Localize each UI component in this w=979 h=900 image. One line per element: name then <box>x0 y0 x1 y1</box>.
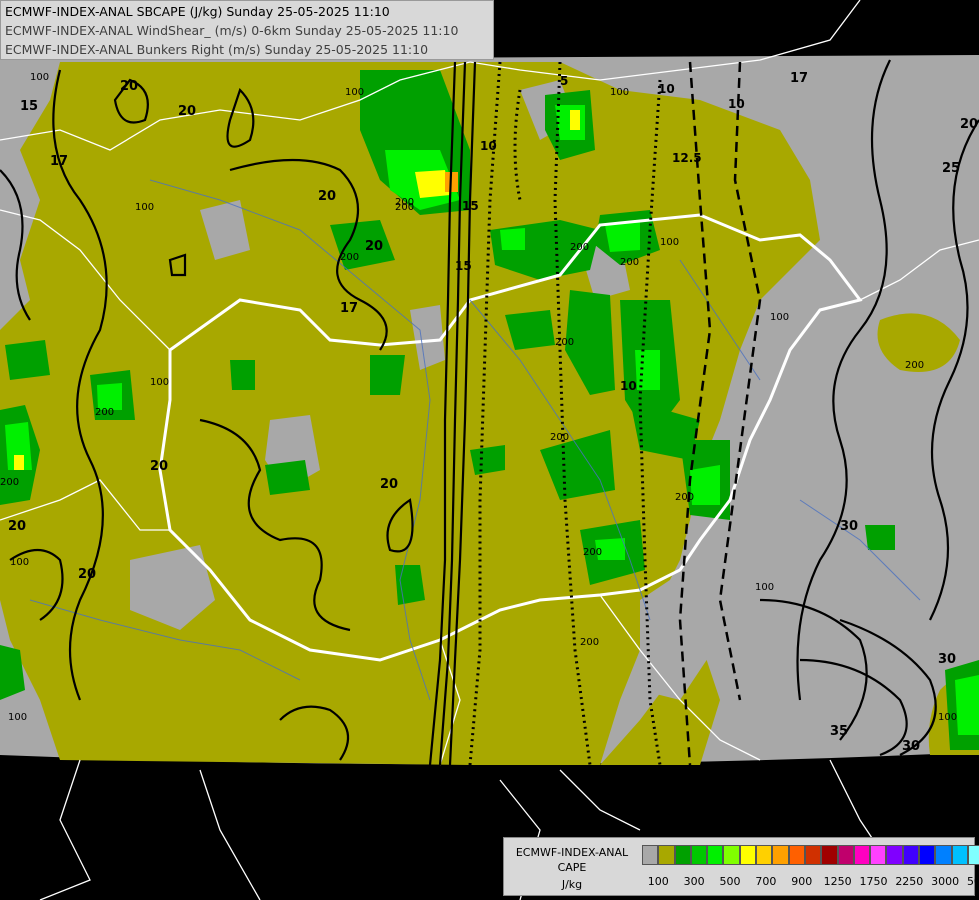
title-windshear: ECMWF-INDEX-ANAL WindShear_ (m/s) 0-6km … <box>5 23 459 38</box>
legend-swatch <box>886 845 903 865</box>
legend-swatch <box>821 845 838 865</box>
cape-label: 100 <box>10 557 29 568</box>
legend-unit: J/kg <box>561 878 583 891</box>
legend-swatch <box>707 845 724 865</box>
legend-swatch <box>658 845 675 865</box>
title-sbcape: ECMWF-INDEX-ANAL SBCAPE (J/kg) Sunday 25… <box>5 4 390 19</box>
shear-label: 20 <box>178 104 196 119</box>
legend-swatch <box>967 845 979 865</box>
cape-label: 100 <box>150 377 169 388</box>
cape-label: 200 <box>0 477 19 488</box>
shear-label: 35 <box>830 724 848 739</box>
shear-label: 20 <box>150 459 168 474</box>
legend-variable: CAPE <box>557 861 587 874</box>
cape-label: 200 <box>395 202 414 213</box>
shear-label: 20 <box>78 567 96 582</box>
cape-label: 100 <box>8 712 27 723</box>
cape-label: 100 <box>770 312 789 323</box>
shear-label: 30 <box>938 652 956 667</box>
title-bunkers: ECMWF-INDEX-ANAL Bunkers Right (m/s) Sun… <box>5 42 429 57</box>
shear-label: 15 <box>20 99 38 114</box>
legend-swatch <box>919 845 936 865</box>
legend-swatch <box>935 845 952 865</box>
legend-swatch <box>788 845 805 865</box>
cape-label: 200 <box>580 637 599 648</box>
legend-tick-label: 300 <box>683 875 705 888</box>
cape-label: 200 <box>340 252 359 263</box>
legend-tick-label: 900 <box>791 875 813 888</box>
legend-swatch <box>674 845 691 865</box>
bunkers-label: 12.5 <box>672 151 702 165</box>
cape-label: 200 <box>550 432 569 443</box>
weather-map: 15 17 20 20 20 20 20 20 20 17 17 20 20 2… <box>0 0 979 900</box>
legend-swatch <box>837 845 854 865</box>
legend-tick-label: 500 <box>719 875 741 888</box>
legend-tick-label: 5000 <box>967 875 979 888</box>
bunkers-label: 10 <box>620 379 637 393</box>
map-title-box: ECMWF-INDEX-ANAL SBCAPE (J/kg) Sunday 25… <box>0 0 494 60</box>
shear-label: 30 <box>902 739 920 754</box>
bunkers-label: 5 <box>560 74 568 88</box>
cape-label: 100 <box>755 582 774 593</box>
shear-label: 25 <box>942 161 960 176</box>
shear-label: 17 <box>790 71 808 86</box>
shear-label: 17 <box>50 154 68 169</box>
legend-tick-label: 1750 <box>859 875 888 888</box>
cape-label: 100 <box>610 87 629 98</box>
bunkers-label: 15 <box>462 199 479 213</box>
bunkers-label: 15 <box>455 259 472 273</box>
shear-label: 20 <box>960 117 978 132</box>
legend-swatch <box>756 845 773 865</box>
cape-label: 200 <box>620 257 639 268</box>
cape-label: 200 <box>583 547 602 558</box>
shear-label: 30 <box>840 519 858 534</box>
legend-swatch <box>772 845 789 865</box>
cape-label: 100 <box>660 237 679 248</box>
cape-label: 200 <box>95 407 114 418</box>
shear-label: 20 <box>380 477 398 492</box>
shear-label: 20 <box>365 239 383 254</box>
legend-swatch <box>690 845 708 865</box>
shear-label: 20 <box>120 79 138 94</box>
legend-tick-label: 700 <box>755 875 777 888</box>
cape-label: 200 <box>905 360 924 371</box>
legend-tick-label: 100 <box>647 875 669 888</box>
legend-swatch <box>804 845 822 865</box>
cape-label: 100 <box>135 202 154 213</box>
legend-source: ECMWF-INDEX-ANAL <box>515 846 629 859</box>
legend-swatch <box>870 845 887 865</box>
cape-label: 100 <box>30 72 49 83</box>
legend-tick-label: 1250 <box>823 875 852 888</box>
cape-label: 200 <box>675 492 694 503</box>
cape-label: 200 <box>555 337 574 348</box>
legend-tick-label: 2250 <box>895 875 924 888</box>
legend-swatch <box>951 845 968 865</box>
legend-swatch <box>853 845 871 865</box>
shear-label: 20 <box>8 519 26 534</box>
legend-swatch <box>723 845 740 865</box>
bunkers-label: 10 <box>658 82 675 96</box>
legend-swatch <box>642 845 659 865</box>
legend-swatch <box>902 845 920 865</box>
shear-label: 20 <box>318 189 336 204</box>
cape-label: 200 <box>570 242 589 253</box>
legend-tick-label: 3000 <box>931 875 960 888</box>
cape-label: 100 <box>938 712 957 723</box>
legend-swatch <box>739 845 757 865</box>
bunkers-label: 10 <box>728 97 745 111</box>
legend-swatches <box>642 845 979 865</box>
cape-label: 100 <box>345 87 364 98</box>
cape-legend: ECMWF-INDEX-ANAL CAPE J/kg 100 300 500 700 9… <box>503 837 979 896</box>
shear-label: 17 <box>340 301 358 316</box>
bunkers-label: 10 <box>480 139 497 153</box>
